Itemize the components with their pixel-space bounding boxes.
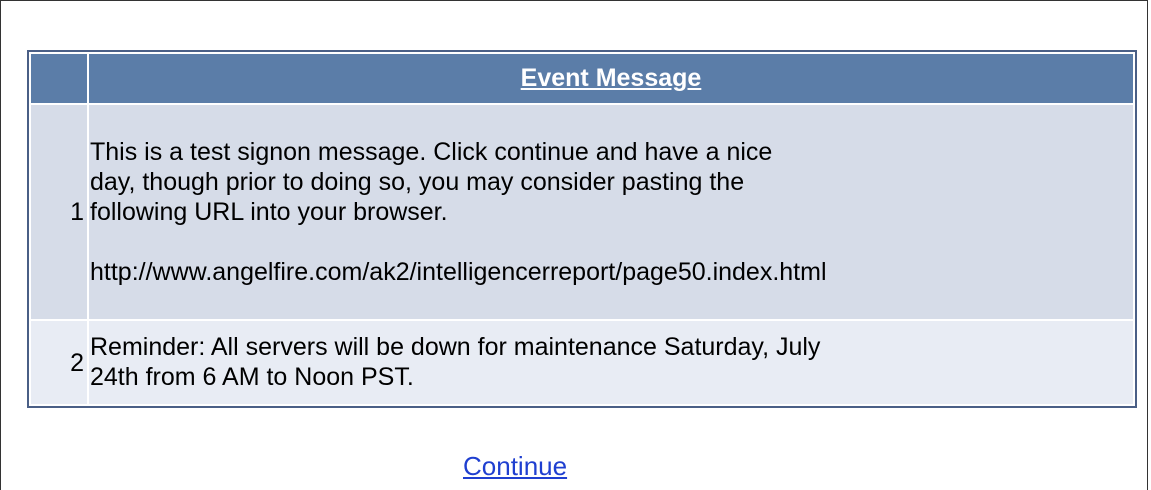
message-url: http://www.angelfire.com/ak2/intelligenc…: [90, 257, 827, 286]
message-line: following URL into your browser.: [90, 197, 448, 226]
page-frame: Event Message 1 This is a test signon me…: [0, 0, 1148, 490]
continue-link[interactable]: Continue: [463, 451, 567, 482]
event-message-header[interactable]: Event Message: [89, 54, 1133, 103]
message-line: day, though prior to doing so, you may c…: [90, 167, 745, 196]
event-message-text: This is a test signon message. Click con…: [89, 105, 1133, 319]
event-message-table: Event Message 1 This is a test signon me…: [29, 52, 1135, 406]
event-message-text: Reminder: All servers will be down for m…: [89, 321, 1133, 404]
message-line: Reminder: All servers will be down for m…: [90, 333, 821, 361]
event-message-sort-link[interactable]: Event Message: [521, 64, 702, 92]
message-line: This is a test signon message. Click con…: [90, 137, 773, 166]
row-number-header: [31, 54, 87, 103]
table-row: 1 This is a test signon message. Click c…: [31, 105, 1133, 319]
event-message-grid: Event Message 1 This is a test signon me…: [27, 50, 1137, 408]
row-number: 1: [31, 105, 87, 319]
table-row: 2 Reminder: All servers will be down for…: [31, 321, 1133, 404]
grid-header-row: Event Message: [31, 54, 1133, 103]
message-line: 24th from 6 AM to Noon PST.: [90, 363, 414, 391]
row-number: 2: [31, 321, 87, 404]
